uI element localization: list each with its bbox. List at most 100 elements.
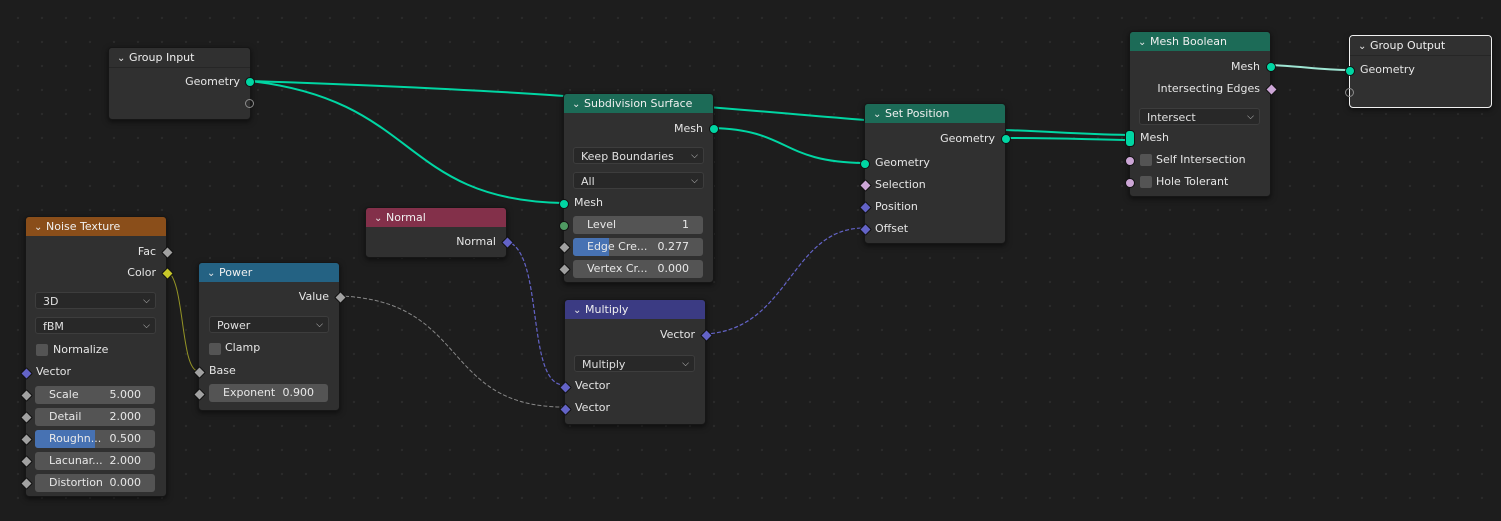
node-header[interactable]: ⌄ Normal <box>366 208 506 227</box>
output-mesh-label: Mesh <box>1231 60 1260 73</box>
noise-type-dropdown[interactable]: fBM ⌵ <box>35 317 156 334</box>
group-output-node[interactable]: ⌄ Group Output Geometry <box>1345 35 1492 108</box>
selection-label: Selection <box>875 178 926 191</box>
roughness-field[interactable]: Roughn... 0.500 <box>35 430 155 448</box>
output-normal-label: Normal <box>456 235 496 248</box>
link-multiply-setposition[interactable] <box>704 227 865 335</box>
output-geometry-label: Geometry <box>185 75 240 88</box>
node-header[interactable]: ⌄ Group Input <box>109 48 250 68</box>
self-intersection-label: Self Intersection <box>1156 153 1246 166</box>
node-header[interactable]: ⌄ Set Position <box>865 104 1005 123</box>
output-intersecting-edges-label: Intersecting Edges <box>1157 82 1260 95</box>
boundary-smooth-dropdown[interactable]: Keep Boundaries ⌵ <box>573 147 704 164</box>
output-mesh-label: Mesh <box>674 122 703 135</box>
group-input-node[interactable]: ⌄ Group Input Geometry <box>108 47 255 120</box>
clamp-checkbox[interactable] <box>209 343 221 355</box>
geometry-input-label: Geometry <box>875 156 930 169</box>
power-math-node[interactable]: ⌄ Power Value Power ⌵ Clamp Base Exponent 0… <box>193 262 347 411</box>
vector-multiply-node[interactable]: ⌄ Multiply Vector Multiply ⌵ Vector Vector <box>559 299 713 425</box>
uv-smooth-dropdown[interactable]: All ⌵ <box>573 172 704 189</box>
output-fac-label: Fac <box>137 245 156 258</box>
scale-field[interactable]: Scale 5.000 <box>35 386 155 404</box>
vector-input-label-1: Vector <box>575 379 611 392</box>
operation-dropdown[interactable]: Multiply ⌵ <box>574 355 695 372</box>
output-geometry-label: Geometry <box>940 132 995 145</box>
normalize-label: Normalize <box>53 343 109 356</box>
collapse-chevron-icon[interactable]: ⌄ <box>573 301 585 319</box>
mesh-multi-input-socket[interactable] <box>1125 130 1135 147</box>
empty-socket[interactable] <box>245 99 254 108</box>
noise-texture-node[interactable]: ⌄ Noise Texture Fac Color 3D ⌵ fBM ⌵ Normal… <box>20 216 174 497</box>
distortion-field[interactable]: Distortion 0.000 <box>35 474 155 492</box>
chevron-down-icon: ⌵ <box>143 296 150 306</box>
collapse-chevron-icon[interactable]: ⌄ <box>1138 33 1150 51</box>
node-header[interactable]: ⌄ Noise Texture <box>26 217 166 236</box>
lacunarity-field[interactable]: Lacunar... 2.000 <box>35 452 155 470</box>
normalize-checkbox[interactable] <box>36 344 48 356</box>
mesh-output-socket[interactable] <box>709 124 719 134</box>
boolean-operation-dropdown[interactable]: Intersect ⌵ <box>1139 108 1260 125</box>
collapse-chevron-icon[interactable]: ⌄ <box>572 95 584 113</box>
edge-crease-field[interactable]: Edge Cre... 0.277 <box>573 238 703 256</box>
vertex-crease-field[interactable]: Vertex Cr... 0.000 <box>573 260 703 278</box>
hole-tolerant-checkbox[interactable] <box>1140 176 1152 188</box>
output-vector-label: Vector <box>659 328 695 341</box>
node-header[interactable]: ⌄ Mesh Boolean <box>1130 32 1270 51</box>
node-header[interactable]: ⌄ Power <box>199 263 339 282</box>
self-intersection-socket[interactable] <box>1125 156 1135 166</box>
chevron-down-icon: ⌵ <box>691 151 698 161</box>
node-header[interactable]: ⌄ Multiply <box>565 300 705 319</box>
link-subdiv-setposition[interactable] <box>712 127 865 164</box>
link-setposition-boolean-b[interactable] <box>1004 137 1129 141</box>
dimensions-dropdown[interactable]: 3D ⌵ <box>35 292 156 309</box>
geometry-input-socket[interactable] <box>1345 66 1355 76</box>
mesh-input-label: Mesh <box>574 196 603 209</box>
geometry-output-socket[interactable] <box>1001 134 1011 144</box>
link-groupinput-setposition[interactable] <box>249 80 866 121</box>
geometry-socket[interactable] <box>245 77 255 87</box>
operation-dropdown[interactable]: Power ⌵ <box>209 316 329 333</box>
vector-input-label-2: Vector <box>575 401 611 414</box>
exponent-field[interactable]: Exponent 0.900 <box>209 384 328 402</box>
base-label: Base <box>209 364 236 377</box>
chevron-down-icon: ⌵ <box>143 321 150 331</box>
mesh-boolean-node[interactable]: ⌄ Mesh Boolean Mesh Intersecting Edges In… <box>1125 31 1278 197</box>
subdivision-surface-node[interactable]: ⌄ Subdivision Surface Mesh Keep Boundarie… <box>558 93 719 283</box>
collapse-chevron-icon[interactable]: ⌄ <box>117 49 129 67</box>
vector-input-label: Vector <box>36 365 72 378</box>
chevron-down-icon: ⌵ <box>1247 112 1254 122</box>
geometry-input-socket[interactable] <box>860 159 870 169</box>
link-groupinput-subdiv[interactable] <box>249 80 564 204</box>
position-label: Position <box>875 200 918 213</box>
chevron-down-icon: ⌵ <box>316 320 323 330</box>
level-field[interactable]: Level 1 <box>573 216 703 234</box>
output-color-label: Color <box>127 266 156 279</box>
set-position-node[interactable]: ⌄ Set Position Geometry Geometry Selectio… <box>859 103 1011 244</box>
collapse-chevron-icon[interactable]: ⌄ <box>34 218 46 236</box>
collapse-chevron-icon[interactable]: ⌄ <box>374 209 386 227</box>
link-power-multiply[interactable] <box>338 295 565 408</box>
hole-tolerant-socket[interactable] <box>1125 178 1135 188</box>
mesh-input-socket[interactable] <box>559 199 569 209</box>
offset-label: Offset <box>875 222 909 235</box>
link-normal-multiply[interactable] <box>505 240 565 386</box>
clamp-label: Clamp <box>225 341 261 354</box>
link-boolean-groupoutput[interactable] <box>1269 64 1350 71</box>
geometry-input-label: Geometry <box>1360 63 1415 76</box>
level-socket[interactable] <box>559 221 569 231</box>
mesh-output-socket[interactable] <box>1266 62 1276 72</box>
empty-socket[interactable] <box>1345 88 1354 97</box>
self-intersection-checkbox[interactable] <box>1140 154 1152 166</box>
link-setposition-boolean-a[interactable] <box>1004 129 1129 136</box>
hole-tolerant-label: Hole Tolerant <box>1156 175 1229 188</box>
mesh-input-label: Mesh <box>1140 131 1169 144</box>
node-header[interactable]: ⌄ Group Output <box>1350 36 1491 56</box>
collapse-chevron-icon[interactable]: ⌄ <box>1358 37 1370 55</box>
collapse-chevron-icon[interactable]: ⌄ <box>207 264 219 282</box>
chevron-down-icon: ⌵ <box>682 359 689 369</box>
collapse-chevron-icon[interactable]: ⌄ <box>873 105 885 123</box>
detail-field[interactable]: Detail 2.000 <box>35 408 155 426</box>
node-header[interactable]: ⌄ Subdivision Surface <box>564 94 713 113</box>
link-noise-power[interactable] <box>165 270 199 372</box>
normal-input-node[interactable]: ⌄ Normal Normal <box>365 207 514 258</box>
